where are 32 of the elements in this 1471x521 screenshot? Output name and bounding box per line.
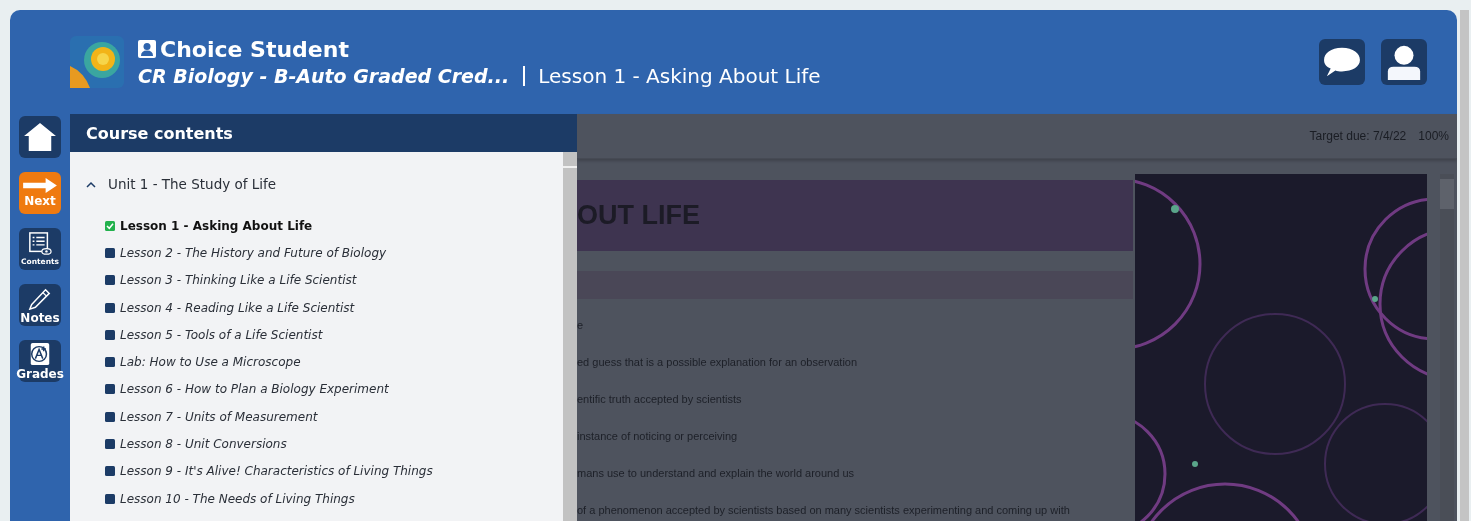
course-title: CR Biology - B-Auto Graded Cred... <box>138 65 526 86</box>
lesson-item[interactable]: Lesson 7 - Units of Measurement <box>86 403 563 431</box>
person-icon <box>1385 43 1423 81</box>
lesson-item[interactable]: Lesson 5 - Tools of a Life Scientist <box>86 321 563 349</box>
scrollbar[interactable] <box>563 152 577 521</box>
lesson-item[interactable]: Lesson 2 - The History and Future of Biology <box>86 239 563 267</box>
chat-button[interactable] <box>1319 39 1365 85</box>
user-name: Choice Student <box>160 36 349 62</box>
lesson-item[interactable]: Lesson 8 - Unit Conversions <box>86 430 563 458</box>
lesson-item[interactable]: Lesson 4 - Reading Like a Life Scientist <box>86 293 563 322</box>
list-icon <box>28 232 52 256</box>
lesson-item[interactable]: Lesson 3 - Thinking Like a Life Scientist <box>86 266 563 294</box>
user-icon <box>138 40 156 58</box>
grade-badge-icon <box>28 341 52 366</box>
lesson-item[interactable]: Lab: How to Use a Microscope <box>86 348 563 376</box>
profile-button[interactable] <box>1381 39 1427 85</box>
unit-item[interactable]: Unit 1 - The Study of Life <box>86 174 563 194</box>
zoom-level: 100% <box>1418 129 1449 143</box>
home-button[interactable] <box>19 116 61 158</box>
course-logo-icon <box>70 36 124 88</box>
lesson-title: Lesson 1 - Asking About Life <box>537 63 821 88</box>
page-scrollbar[interactable] <box>1460 10 1469 521</box>
lesson-item[interactable]: Lesson 9 - It's Alive! Characteristics of Living Things <box>86 457 563 485</box>
lesson-item[interactable]: Lesson 10 - The Needs of Living Things <box>86 484 563 513</box>
speech-bubble-icon <box>1323 45 1361 79</box>
house-icon <box>23 122 57 152</box>
arrow-icon <box>23 178 57 193</box>
lesson-item[interactable]: Lesson 1 - Asking About Life <box>86 212 563 240</box>
target-due: Target due: 7/4/22 <box>1309 129 1407 143</box>
panel-header: Course contents <box>70 114 577 152</box>
notes-button[interactable]: Notes <box>19 284 61 326</box>
lesson-item[interactable]: Lesson 6 - How to Plan a Biology Experiment <box>86 375 563 404</box>
